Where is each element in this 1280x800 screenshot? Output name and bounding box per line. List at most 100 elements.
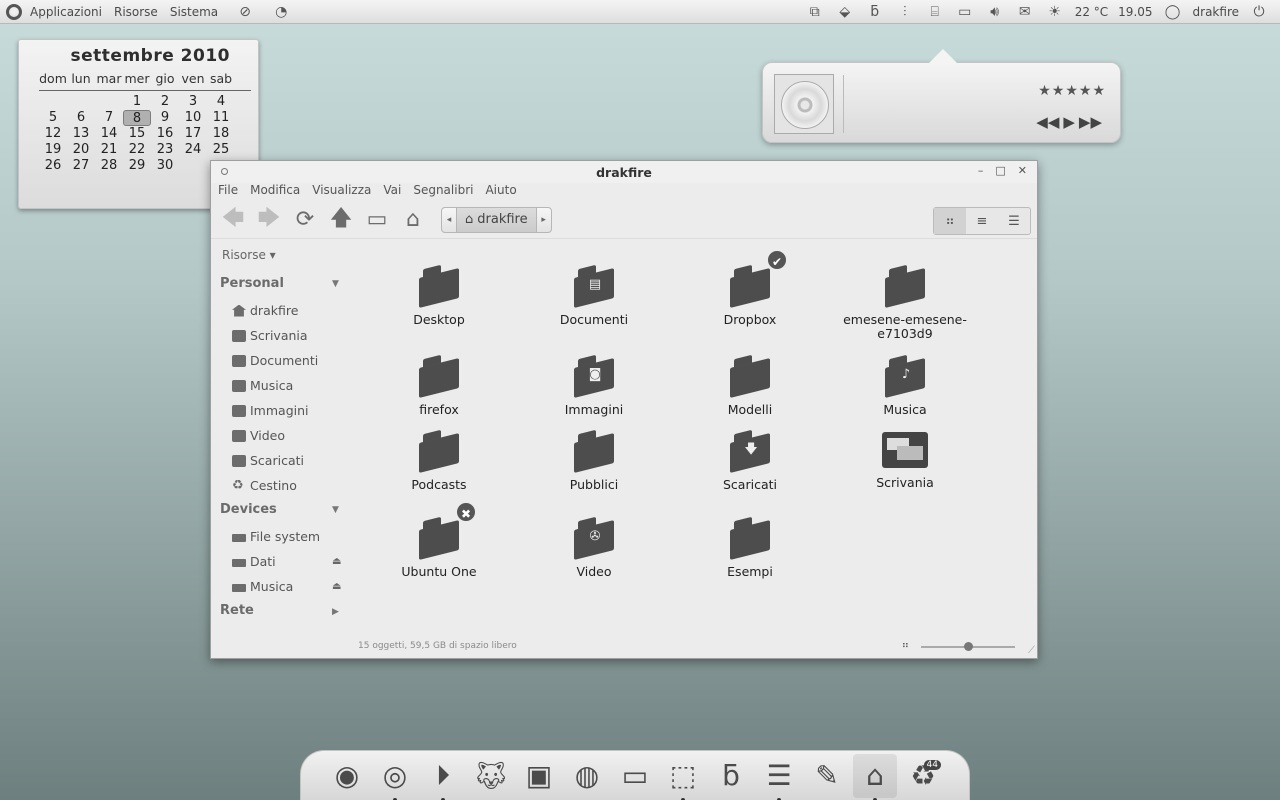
user-icon[interactable]: ◯ (1164, 4, 1182, 20)
sidebar-item-musica[interactable]: Musica (232, 378, 293, 393)
user-name[interactable]: drakfire (1193, 5, 1239, 19)
up-button[interactable]: 🡅 (325, 206, 357, 234)
sidebar-item-filesystem[interactable]: File system (232, 529, 320, 544)
calendar-day[interactable]: 2 (151, 94, 179, 110)
dock-trash-icon[interactable]: ♻ 44 (901, 754, 945, 798)
dock-media-player-icon[interactable]: ⏵ (421, 754, 465, 800)
calendar-day[interactable]: 1 (123, 94, 151, 110)
next-button[interactable]: ▶▶ (1079, 113, 1102, 131)
calendar-day[interactable]: 25 (207, 142, 235, 158)
menu-risorse[interactable]: Risorse (114, 5, 158, 19)
menu-vai[interactable]: Vai (383, 183, 401, 201)
menu-file[interactable]: File (218, 183, 238, 201)
file-item-scaricati[interactable]: 🡇 Scaricati (685, 428, 815, 492)
minimize-button[interactable]: – (978, 164, 984, 177)
weather-icon[interactable]: ☀ (1046, 4, 1064, 20)
calendar-day[interactable]: 15 (123, 126, 151, 142)
sidebar-header-rete[interactable]: Rete (220, 603, 254, 618)
back-button[interactable]: 🡄 (217, 206, 249, 234)
menu-sistema[interactable]: Sistema (170, 5, 218, 19)
clock[interactable]: 19.05 (1118, 5, 1152, 19)
computer-button[interactable]: ▭ (361, 206, 393, 234)
sidebar-item-musica-device[interactable]: Musica (232, 579, 293, 594)
menu-modifica[interactable]: Modifica (250, 183, 300, 201)
list-view-button[interactable]: ≡ (966, 208, 998, 234)
dock-terminal-icon[interactable]: ▭ (613, 754, 657, 798)
zoom-slider-handle[interactable] (964, 642, 973, 651)
calendar-day[interactable]: 11 (207, 110, 235, 126)
network-icon[interactable]: ⫶ (896, 4, 914, 20)
dock-system-monitor-icon[interactable]: ▣ (517, 754, 561, 798)
sidebar-item-video[interactable]: Video (232, 428, 285, 443)
sidebar-item-cestino[interactable]: ♻ Cestino (232, 478, 297, 493)
file-item-modelli[interactable]: Modelli (685, 353, 815, 417)
file-item-desktop[interactable]: Desktop (374, 263, 504, 327)
calendar-day[interactable]: 29 (123, 158, 151, 174)
volume-icon[interactable]: 🔊︎ (986, 4, 1004, 20)
home-button[interactable]: ⌂ (397, 206, 429, 234)
calendar-day[interactable]: 23 (151, 142, 179, 158)
dock-chrome-icon[interactable]: ◎ (373, 754, 417, 800)
calendar-day[interactable]: 13 (67, 126, 95, 142)
previous-button[interactable]: ◀◀ (1036, 113, 1059, 131)
calendar-day[interactable]: 18 (207, 126, 235, 142)
dock-home-folder-icon[interactable]: ⌂ (853, 753, 897, 800)
menu-applicazioni[interactable]: Applicazioni (30, 5, 102, 19)
calendar-day[interactable]: 6 (67, 110, 95, 126)
calendar-day[interactable]: 19 (39, 142, 67, 158)
dropbox-tray-icon[interactable]: ⬙ (836, 4, 854, 20)
mail-icon[interactable]: ✉ (1016, 4, 1034, 20)
file-item-musica[interactable]: ♪ Musica (840, 353, 970, 417)
drive-icon[interactable]: ⌸ (926, 4, 944, 20)
sidebar-item-scaricati[interactable]: Scaricati (232, 453, 304, 468)
sidebar-item-drakfire[interactable]: drakfire (232, 303, 298, 318)
calendar-day[interactable]: 9 (151, 110, 179, 126)
compact-view-button[interactable]: ☰ (998, 208, 1030, 234)
sidebar-item-immagini[interactable]: Immagini (232, 403, 309, 418)
dock-beatbox-icon[interactable]: ƃ (709, 754, 753, 798)
calendar-day[interactable]: 7 (95, 110, 123, 126)
path-right-arrow[interactable]: ▸ (537, 215, 551, 225)
sidebar-item-scrivania[interactable]: Scrivania (232, 328, 308, 343)
calendar-day[interactable]: 8 (123, 110, 151, 126)
menu-segnalibri[interactable]: Segnalibri (413, 183, 473, 201)
calendar-day[interactable]: 21 (95, 142, 123, 158)
forward-button[interactable]: 🡆 (253, 206, 285, 234)
temperature[interactable]: 22 °C (1075, 5, 1108, 19)
play-button[interactable]: ▶ (1063, 113, 1075, 131)
dock-text-editor-icon[interactable]: ✎ (805, 754, 849, 798)
reload-button[interactable]: ⟳ (289, 206, 321, 234)
file-item-ubuntu-one[interactable]: ✖ Ubuntu One (374, 501, 504, 579)
titlebar[interactable]: drakfire – □ ✕ (211, 161, 1037, 183)
calendar-day[interactable]: 30 (151, 158, 179, 174)
calendar-day[interactable]: 14 (95, 126, 123, 142)
eject-icon[interactable]: ⏏ (332, 581, 341, 592)
block-icon[interactable]: ⊘ (236, 4, 254, 20)
close-button[interactable]: ✕ (1018, 164, 1027, 177)
dock-disc-burner-icon[interactable]: ◍ (565, 754, 609, 798)
calendar-day[interactable]: 12 (39, 126, 67, 142)
path-left-arrow[interactable]: ◂ (442, 215, 456, 225)
calendar-day[interactable]: 10 (179, 110, 207, 126)
battery-icon[interactable]: ▭ (956, 4, 974, 20)
calendar-day[interactable]: 3 (179, 94, 207, 110)
sidebar-item-dati[interactable]: Dati (232, 554, 276, 569)
file-item-emesene[interactable]: emesene-emesene-e7103d9 (840, 263, 970, 341)
resize-grip-icon[interactable]: ⟋ (1028, 645, 1035, 656)
file-item-immagini[interactable]: ◙ Immagini (529, 353, 659, 417)
calendar-day[interactable]: 22 (123, 142, 151, 158)
collapse-arrow-icon[interactable]: ▼ (332, 279, 339, 289)
calendar-day[interactable]: 5 (39, 110, 67, 126)
file-item-esempi[interactable]: Esempi (685, 515, 815, 579)
calendar-day[interactable]: 20 (67, 142, 95, 158)
sidebar-item-documenti[interactable]: Documenti (232, 353, 318, 368)
calendar-day[interactable]: 16 (151, 126, 179, 142)
eject-icon[interactable]: ⏏ (332, 556, 341, 567)
rating-stars[interactable]: ★★★★★ (1038, 83, 1106, 99)
icon-view-button[interactable]: ⠶ (934, 208, 966, 234)
calendar-day[interactable]: 26 (39, 158, 67, 174)
file-item-pubblici[interactable]: Pubblici (529, 428, 659, 492)
dock-gimp-icon[interactable]: 🐺︎ (469, 754, 513, 798)
calendar-day[interactable]: 27 (67, 158, 95, 174)
calendar-day[interactable]: 28 (95, 158, 123, 174)
